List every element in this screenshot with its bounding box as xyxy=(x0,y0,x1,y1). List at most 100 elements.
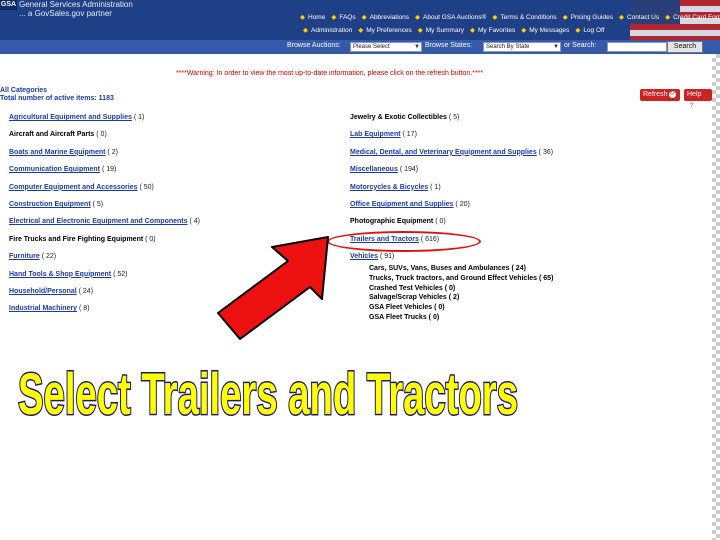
nav-item[interactable]: ◆ Abbreviations xyxy=(362,14,412,21)
category-link[interactable]: Agricultural Equipment and Supplies xyxy=(9,114,132,121)
category-item[interactable]: Industrial Machinery ( 8) xyxy=(9,305,90,313)
nav-item[interactable]: ◆ Pricing Guides xyxy=(563,14,616,21)
nav-item[interactable]: ◆ Credit Card Form xyxy=(665,14,720,21)
nav-item[interactable]: ◆ Administration xyxy=(303,27,355,34)
category-item[interactable]: Vehicles ( 91) xyxy=(350,253,394,261)
nav-item-label: Log Off xyxy=(583,27,605,34)
category-item[interactable]: Construction Equipment ( 5) xyxy=(9,201,103,209)
category-count: ( 5) xyxy=(92,201,104,208)
nav-item[interactable]: ◆ FAQs xyxy=(331,14,358,21)
category-item: Aircraft and Aircraft Parts ( 0) xyxy=(9,131,107,139)
category-item: Fire Trucks and Fire Fighting Equipment … xyxy=(9,236,156,244)
category-item[interactable]: Office Equipment and Supplies ( 20) xyxy=(350,201,470,209)
browse-auctions-select[interactable]: Please Select ▼ xyxy=(350,42,422,52)
category-link[interactable]: Hand Tools & Shop Equipment xyxy=(9,271,111,278)
category-count: ( 0) xyxy=(96,131,107,139)
category-count: ( 8) xyxy=(79,305,90,313)
caption-text: Select Trailers and Tractors xyxy=(18,362,518,427)
category-item[interactable]: Boats and Marine Equipment ( 2) xyxy=(9,149,118,157)
category-item[interactable]: Communication Equipment ( 19) xyxy=(9,166,116,174)
browse-auctions-value: Please Select xyxy=(353,44,390,50)
category-item[interactable]: Medical, Dental, and Veterinary Equipmen… xyxy=(350,149,553,157)
nav-item[interactable]: ◆ My Favorites xyxy=(470,27,518,34)
subcategory-label: Salvage/Scrap Vehicles xyxy=(369,294,447,302)
nav-item-label: Terms & Conditions xyxy=(500,14,557,21)
category-item[interactable]: Household/Personal ( 24) xyxy=(9,288,93,296)
category-item[interactable]: Computer Equipment and Accessories ( 50) xyxy=(9,184,154,192)
category-item[interactable]: Hand Tools & Shop Equipment ( 52) xyxy=(9,271,128,279)
nav-item-label: FAQs xyxy=(339,14,356,21)
or-search-label: or Search: xyxy=(564,42,597,49)
subcategory-item[interactable]: Trucks, Truck tractors, and Ground Effec… xyxy=(369,275,553,283)
search-button[interactable]: Search xyxy=(667,41,703,53)
nav-item[interactable]: ◆ My Summary xyxy=(418,27,467,34)
diamond-icon: ◆ xyxy=(665,14,671,21)
category-item[interactable]: Motorcycles & Bicycles ( 1) xyxy=(350,184,441,192)
category-link: Fire Trucks and Fire Fighting Equipment xyxy=(9,235,144,243)
subcategory-label: GSA Fleet Vehicles xyxy=(369,304,433,312)
category-count: ( 17) xyxy=(402,131,417,139)
subcategory-label: Cars, SUVs, Vans, Buses and Ambulances xyxy=(369,265,510,272)
browse-states-select[interactable]: Search By State ▼ xyxy=(483,42,561,52)
category-item: Jewelry & Exotic Collectibles ( 5) xyxy=(350,114,459,122)
category-count: ( 5) xyxy=(448,114,460,121)
category-link[interactable]: Communication Equipment xyxy=(9,166,100,173)
subcategory-item[interactable]: Crashed Test Vehicles ( 0) xyxy=(369,285,455,293)
category-link[interactable]: Industrial Machinery xyxy=(9,305,77,312)
category-link: Aircraft and Aircraft Parts xyxy=(9,131,95,139)
subcategory-count: ( 2) xyxy=(448,294,460,302)
category-link[interactable]: Construction Equipment xyxy=(9,201,91,208)
category-count: ( 24) xyxy=(78,288,94,295)
search-bar: Browse Auctions: Please Select ▼ Browse … xyxy=(0,40,720,54)
gsa-logo: GSA xyxy=(0,0,17,10)
nav-item-label: Credit Card Form xyxy=(673,14,720,21)
category-link[interactable]: Computer Equipment and Accessories xyxy=(9,184,138,191)
tagline-line-2: ... a GovSales.gov partner xyxy=(19,9,112,18)
category-link[interactable]: Motorcycles & Bicycles xyxy=(350,184,428,191)
category-link[interactable]: Miscellaneous xyxy=(350,166,398,173)
nav-item[interactable]: ◆ Home xyxy=(300,14,328,21)
nav-item-label: Abbreviations xyxy=(369,14,409,21)
category-item[interactable]: Miscellaneous ( 194) xyxy=(350,166,418,174)
diamond-icon: ◆ xyxy=(303,27,308,34)
diamond-icon: ◆ xyxy=(331,14,337,21)
nav-item[interactable]: ◆ Log Off xyxy=(575,27,607,34)
subcategory-item[interactable]: Salvage/Scrap Vehicles ( 2) xyxy=(369,294,459,302)
category-link[interactable]: Boats and Marine Equipment xyxy=(9,149,105,156)
category-link[interactable]: Vehicles xyxy=(350,253,378,260)
diamond-icon: ◆ xyxy=(470,27,475,34)
category-link: Photographic Equipment xyxy=(350,218,434,226)
help-button[interactable]: Help? xyxy=(684,89,712,110)
category-item[interactable]: Lab Equipment ( 17) xyxy=(350,131,417,139)
diamond-icon: ◆ xyxy=(618,14,624,21)
nav-item[interactable]: ◆ About GSA Auctions® xyxy=(415,14,489,21)
category-count: ( 2) xyxy=(107,148,118,156)
top-nav: ◆ Home ◆ FAQs ◆ Abbreviations ◆ About GSA Aucti… xyxy=(300,12,720,23)
nav-item[interactable]: ◆ Terms & Conditions xyxy=(492,14,559,21)
nav-item[interactable]: ◆ My Messages xyxy=(521,27,572,34)
category-link[interactable]: Lab Equipment xyxy=(350,131,401,138)
browse-states-value: Search By State xyxy=(486,44,530,50)
total-items-count: Total number of active items: 1183 xyxy=(0,95,114,102)
browse-states-label: Browse States: xyxy=(425,42,473,49)
category-item[interactable]: Electrical and Electronic Equipment and … xyxy=(9,218,200,226)
search-input[interactable] xyxy=(607,42,667,52)
category-item[interactable]: Agricultural Equipment and Supplies ( 1) xyxy=(9,114,144,122)
category-link[interactable]: Electrical and Electronic Equipment and … xyxy=(9,218,188,225)
category-link[interactable]: Household/Personal xyxy=(9,288,77,295)
diamond-icon: ◆ xyxy=(521,27,527,34)
nav-item[interactable]: ◆ My Preferences xyxy=(358,27,415,34)
refresh-button[interactable]: Refresh ↻ xyxy=(640,89,680,101)
nav-item[interactable]: ◆ Contact Us xyxy=(619,14,662,21)
category-count: ( 4) xyxy=(189,218,200,226)
nav-item-label: Pricing Guides xyxy=(570,14,613,21)
category-link[interactable]: Furniture xyxy=(9,253,40,260)
category-item[interactable]: Furniture ( 22) xyxy=(9,253,56,261)
category-count: ( 22) xyxy=(41,253,57,261)
category-count: ( 36) xyxy=(538,148,554,156)
category-link[interactable]: Medical, Dental, and Veterinary Equipmen… xyxy=(350,149,537,156)
category-link[interactable]: Office Equipment and Supplies xyxy=(350,201,453,208)
subcategory-item[interactable]: GSA Fleet Vehicles ( 0) xyxy=(369,304,445,312)
subcategory-item[interactable]: Cars, SUVs, Vans, Buses and Ambulances (… xyxy=(369,265,526,273)
nav-item-label: My Favorites xyxy=(478,27,516,34)
